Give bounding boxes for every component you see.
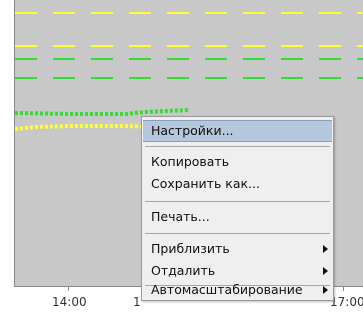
menu-item-label: Отдалить [151,263,216,278]
menu-item-label: Настройки... [151,123,234,138]
context-menu: Настройки... Копировать Сохранить как...… [141,116,334,301]
menu-item-label: Приблизить [151,241,230,256]
chevron-right-icon [323,245,328,253]
menu-item-print[interactable]: Печать... [143,206,332,228]
x-tick-label-1: 1 [133,295,141,309]
x-tick [343,286,344,291]
x-tick-label-2: 17:00 [330,295,363,309]
series-line-yellow-dotted [15,124,156,131]
menu-separator [145,201,330,202]
menu-item-label: Копировать [151,154,230,169]
x-tick [68,286,69,291]
menu-separator [145,233,330,234]
menu-separator [145,146,330,147]
chevron-right-icon [323,267,328,275]
menu-item-save-as[interactable]: Сохранить как... [143,173,332,195]
series-line-green-dotted [15,108,191,116]
menu-item-label: Автомасштабирование [151,282,303,297]
chevron-right-icon [323,286,328,294]
menu-item-label: Сохранить как... [151,176,260,191]
menu-item-settings[interactable]: Настройки... [143,120,332,142]
menu-item-zoom-in[interactable]: Приблизить [143,238,332,260]
menu-item-autoscale[interactable]: Автомасштабирование [143,279,332,301]
x-tick-label-0: 14:00 [52,295,87,309]
menu-item-copy[interactable]: Копировать [143,151,332,173]
menu-item-label: Печать... [151,209,210,224]
